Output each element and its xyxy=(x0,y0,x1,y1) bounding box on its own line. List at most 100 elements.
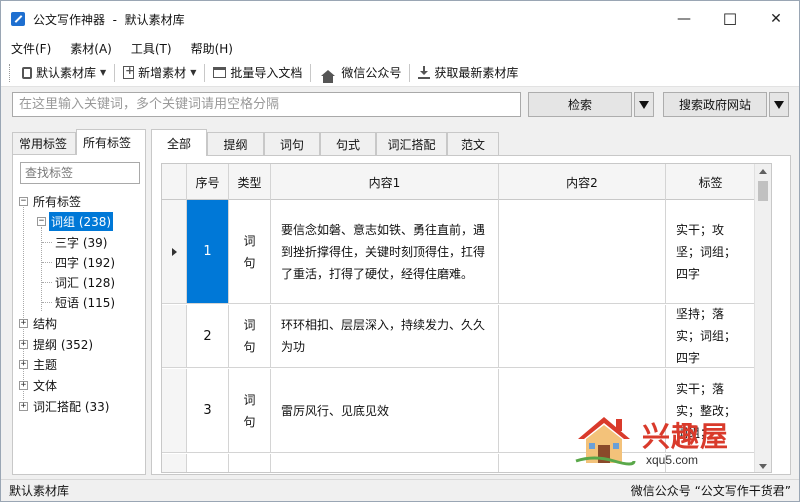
tree-node-structure[interactable]: + 结构 xyxy=(19,313,59,333)
row-tags[interactable]: 实干；攻坚；词组；四字 xyxy=(666,200,756,303)
expand-icon[interactable]: + xyxy=(19,380,28,390)
maximize-button[interactable]: ☐ xyxy=(707,1,753,37)
collapse-icon[interactable]: − xyxy=(19,196,28,206)
chevron-down-icon: ▼ xyxy=(100,68,107,77)
toolbar-grip[interactable] xyxy=(9,63,12,82)
tag-tabs: 常用标签 所有标签 xyxy=(12,128,146,155)
row-content2[interactable] xyxy=(499,200,666,303)
tree-node-genre[interactable]: + 文体 xyxy=(19,375,59,395)
row-seq[interactable]: 1 xyxy=(187,200,229,303)
tab-all-tags[interactable]: 所有标签 xyxy=(76,129,146,155)
tree-line xyxy=(42,302,52,303)
row-content1[interactable]: 雷厉风行、见底见效 xyxy=(271,369,499,452)
tab-phrases[interactable]: 词句 xyxy=(264,132,320,155)
row-content1[interactable]: 要信念如磐、意志如铁、勇往直前，遇到挫折撑得住，关键时刻顶得住，扛得了重活，打得… xyxy=(271,200,499,303)
title-bar: 公文写作神器 - 默认素材库 — ☐ ✕ xyxy=(1,1,799,37)
row-seq[interactable] xyxy=(187,454,229,472)
row-indicator xyxy=(162,305,187,367)
row-seq[interactable]: 3 xyxy=(187,369,229,452)
wechat-label: 微信公众号 xyxy=(341,66,402,80)
row-type[interactable] xyxy=(229,454,271,472)
row-type[interactable]: 词句 xyxy=(229,200,271,303)
tree-node-outline[interactable]: + 提纲 (352) xyxy=(19,334,95,354)
table-row[interactable]: 1 词句 要信念如磐、意志如铁、勇往直前，遇到挫折撑得住，关键时刻顶得住，扛得了… xyxy=(162,200,756,304)
menu-material[interactable]: 素材(A) xyxy=(70,40,112,57)
tab-collocations[interactable]: 词汇搭配 xyxy=(376,132,447,155)
menu-help[interactable]: 帮助(H) xyxy=(191,40,233,57)
toolbar-separator xyxy=(114,63,116,82)
batch-import-label: 批量导入文档 xyxy=(230,66,303,80)
tree-node-phrase[interactable]: − 词组 (238) xyxy=(37,211,114,231)
tree-line xyxy=(42,242,52,243)
menu-file[interactable]: 文件(F) xyxy=(11,40,51,57)
scroll-up-icon[interactable] xyxy=(759,169,767,174)
status-library: 默认素材库 xyxy=(9,484,70,498)
row-type[interactable]: 词句 xyxy=(229,305,271,367)
watermark-url: xqu5.com xyxy=(646,453,699,467)
row-seq[interactable]: 2 xyxy=(187,305,229,367)
search-input[interactable] xyxy=(12,92,521,117)
tab-common-tags[interactable]: 常用标签 xyxy=(12,132,76,154)
header-type[interactable]: 类型 xyxy=(229,164,271,200)
tree-line xyxy=(41,227,42,311)
header-tags[interactable]: 标签 xyxy=(666,164,756,200)
header-content2[interactable]: 内容2 xyxy=(499,164,666,200)
search-options-dropdown[interactable] xyxy=(634,92,654,117)
toolbar-separator xyxy=(310,63,312,82)
search-button[interactable]: 检索 xyxy=(528,92,632,117)
header-indicator xyxy=(162,164,187,200)
app-window: 公文写作神器 - 默认素材库 — ☐ ✕ 文件(F) 素材(A) 工具(T) 帮… xyxy=(0,0,800,502)
tree-node-short-phrase[interactable]: 短语 (115) xyxy=(53,292,117,312)
window-title: 公文写作神器 - 默认素材库 xyxy=(33,12,185,27)
menu-tools[interactable]: 工具(T) xyxy=(131,40,172,57)
site-watermark: 兴趣屋 xqu5.com xyxy=(574,411,774,471)
gov-site-dropdown[interactable] xyxy=(769,92,789,117)
row-tags[interactable]: 坚持；落实；词组；四字 xyxy=(666,305,756,367)
row-type-text: 词句 xyxy=(243,318,256,354)
tree-node-four-char[interactable]: 四字 (192) xyxy=(53,252,117,272)
row-content2[interactable] xyxy=(499,305,666,367)
tree-node-label: 短语 (115) xyxy=(55,295,116,310)
row-type-text: 词句 xyxy=(243,392,256,429)
tree-node-root[interactable]: − 所有标签 xyxy=(19,191,83,211)
tree-node-label: 主题 xyxy=(33,357,58,372)
tab-sample-essays[interactable]: 范文 xyxy=(447,132,499,155)
batch-import-button[interactable]: 批量导入文档 xyxy=(209,62,306,84)
tab-sentence-patterns[interactable]: 句式 xyxy=(320,132,376,155)
fetch-library-button[interactable]: 获取最新素材库 xyxy=(414,62,522,84)
tag-filter-input[interactable] xyxy=(20,162,140,184)
expand-icon[interactable]: + xyxy=(19,359,28,369)
search-gov-button[interactable]: 搜索政府网站 xyxy=(663,92,767,117)
wechat-button[interactable]: 微信公众号 xyxy=(315,62,405,84)
header-seq[interactable]: 序号 xyxy=(187,164,229,200)
header-content1[interactable]: 内容1 xyxy=(271,164,499,200)
tree-node-label: 结构 xyxy=(33,316,58,331)
expand-icon[interactable]: + xyxy=(19,401,28,411)
watermark-brand: 兴趣屋 xyxy=(642,420,730,453)
row-type-text: 词句 xyxy=(243,233,256,270)
tree-node-collocation[interactable]: + 词汇搭配 (33) xyxy=(19,396,111,416)
tab-all[interactable]: 全部 xyxy=(151,129,207,156)
table-row[interactable]: 2 词句 环环相扣、层层深入，持续发力、久久为功 坚持；落实；词组；四字 xyxy=(162,305,756,368)
collapse-icon[interactable]: − xyxy=(37,216,46,226)
row-type[interactable]: 词句 xyxy=(229,369,271,452)
tree-node-label: 四字 (192) xyxy=(55,255,116,270)
fetch-library-label: 获取最新素材库 xyxy=(434,66,519,80)
close-button[interactable]: ✕ xyxy=(753,1,799,37)
tree-node-three-char[interactable]: 三字 (39) xyxy=(53,232,109,252)
triangle-down-icon xyxy=(774,100,784,109)
tree-node-label: 词组 (238) xyxy=(49,211,114,231)
tree-node-vocab[interactable]: 词汇 (128) xyxy=(53,272,117,292)
expand-icon[interactable]: + xyxy=(19,339,28,349)
tree-line xyxy=(42,282,52,283)
row-content1[interactable] xyxy=(271,454,499,472)
scrollbar-thumb[interactable] xyxy=(758,181,768,201)
library-dropdown-button[interactable]: 默认素材库 ▼ xyxy=(18,62,110,84)
new-material-button[interactable]: 新增素材 ▼ xyxy=(119,62,200,84)
tree-node-theme[interactable]: + 主题 xyxy=(19,354,59,374)
tree-node-label: 词汇 (128) xyxy=(55,275,116,290)
minimize-button[interactable]: — xyxy=(661,1,707,37)
row-content1[interactable]: 环环相扣、层层深入，持续发力、久久为功 xyxy=(271,305,499,367)
expand-icon[interactable]: + xyxy=(19,318,28,328)
tab-outline[interactable]: 提纲 xyxy=(207,132,264,155)
